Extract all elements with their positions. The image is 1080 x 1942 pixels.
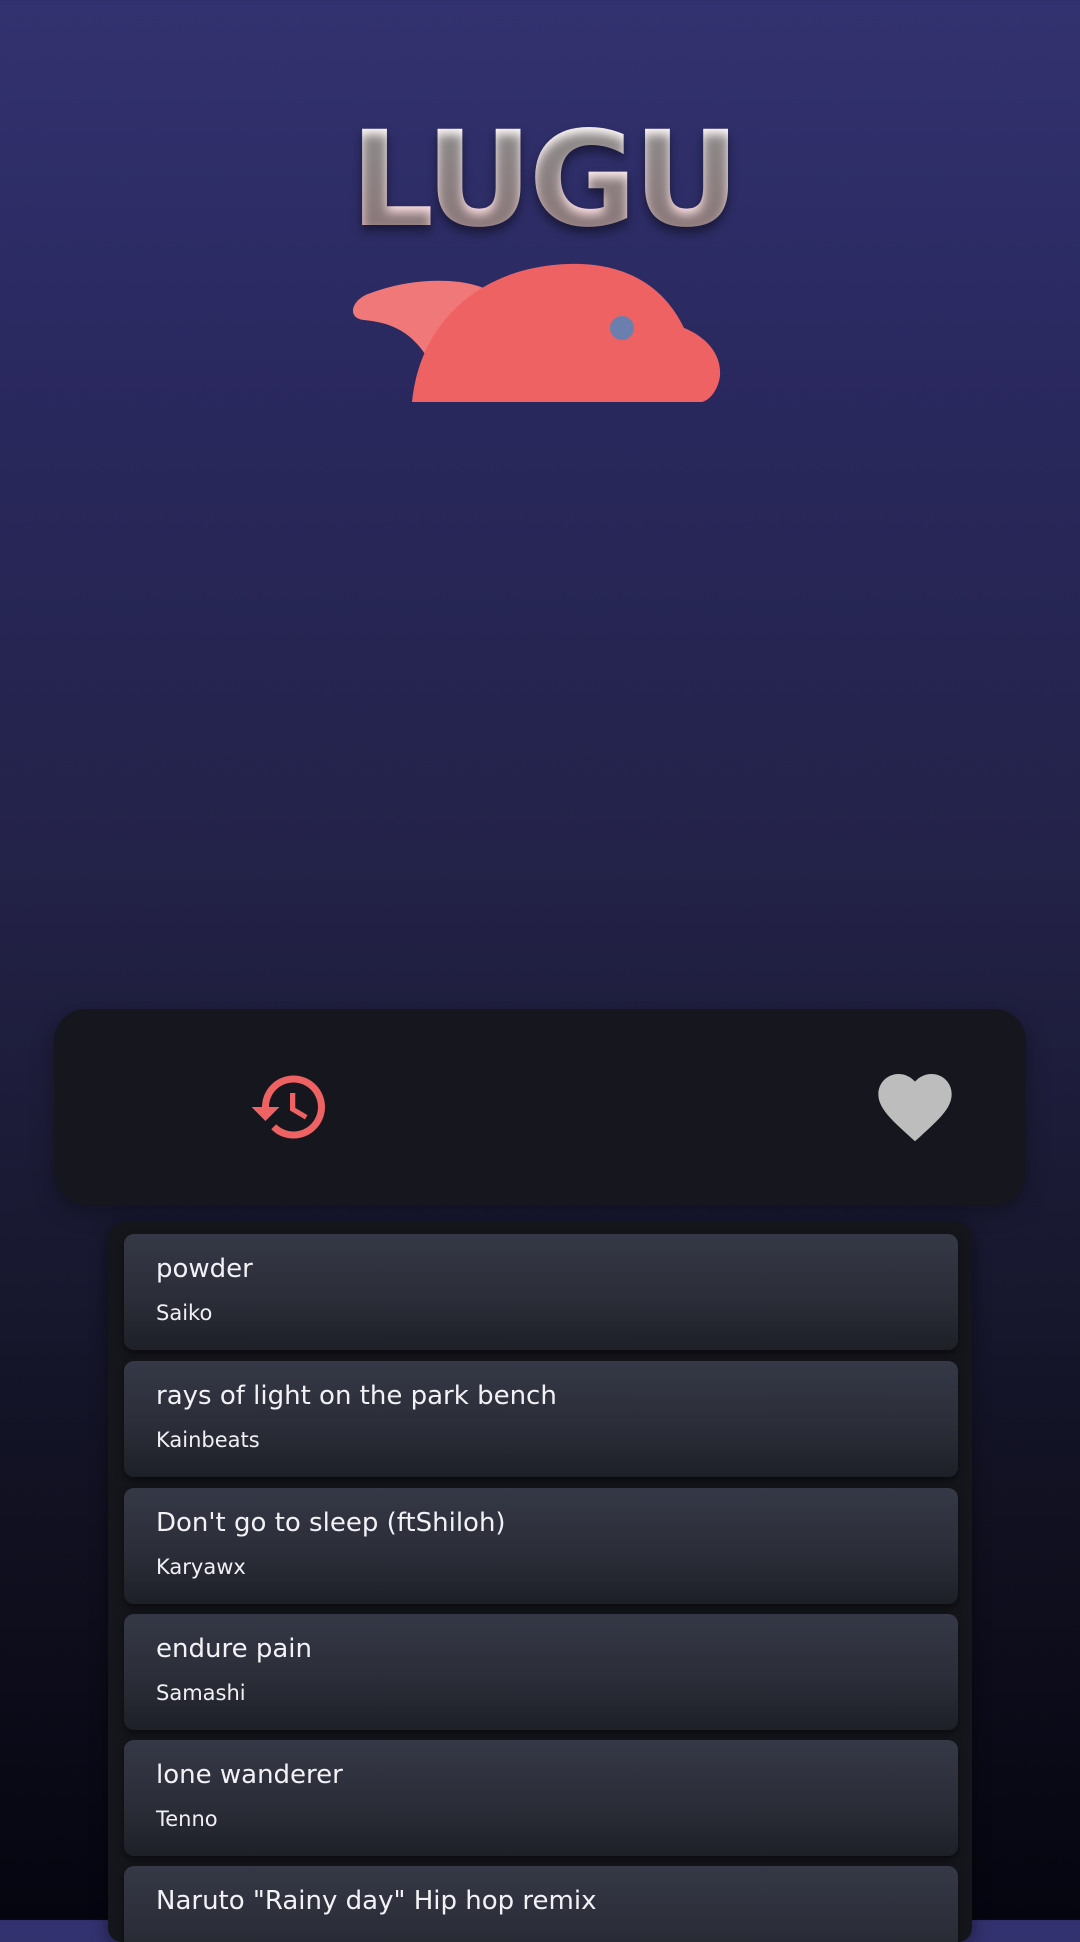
track-list-item[interactable]: powder Saiko	[124, 1234, 958, 1350]
track-list[interactable]: powder Saiko rays of light on the park b…	[108, 1222, 972, 1942]
mascot-logo-icon	[352, 263, 721, 402]
track-list-item[interactable]: rays of light on the park bench Kainbeat…	[124, 1361, 958, 1477]
track-list-item[interactable]: lone wanderer Tenno	[124, 1740, 958, 1856]
track-artist: Tenno	[156, 1807, 218, 1831]
track-list-item[interactable]: Don't go to sleep (ftShiloh) Karyawx	[124, 1488, 958, 1604]
track-title: Don't go to sleep (ftShiloh)	[156, 1508, 506, 1538]
track-list-item[interactable]: endure pain Samashi	[124, 1614, 958, 1730]
track-title: Naruto "Rainy day" Hip hop remix	[156, 1886, 597, 1916]
track-title: powder	[156, 1254, 253, 1284]
favorites-button[interactable]	[869, 1061, 961, 1153]
history-icon	[251, 1075, 325, 1139]
app-logo: LUGU	[350, 110, 740, 402]
track-title: endure pain	[156, 1634, 312, 1664]
track-artist: Saiko	[156, 1301, 213, 1325]
bottom-toolbar	[54, 1009, 1026, 1205]
track-list-item[interactable]: Naruto "Rainy day" Hip hop remix	[124, 1866, 958, 1942]
track-artist: Samashi	[156, 1681, 246, 1705]
track-artist: Kainbeats	[156, 1428, 260, 1452]
history-button[interactable]	[244, 1061, 336, 1153]
track-artist: Karyawx	[156, 1555, 246, 1579]
heart-icon	[878, 1074, 952, 1142]
track-title: lone wanderer	[156, 1760, 343, 1790]
track-title: rays of light on the park bench	[156, 1381, 557, 1411]
